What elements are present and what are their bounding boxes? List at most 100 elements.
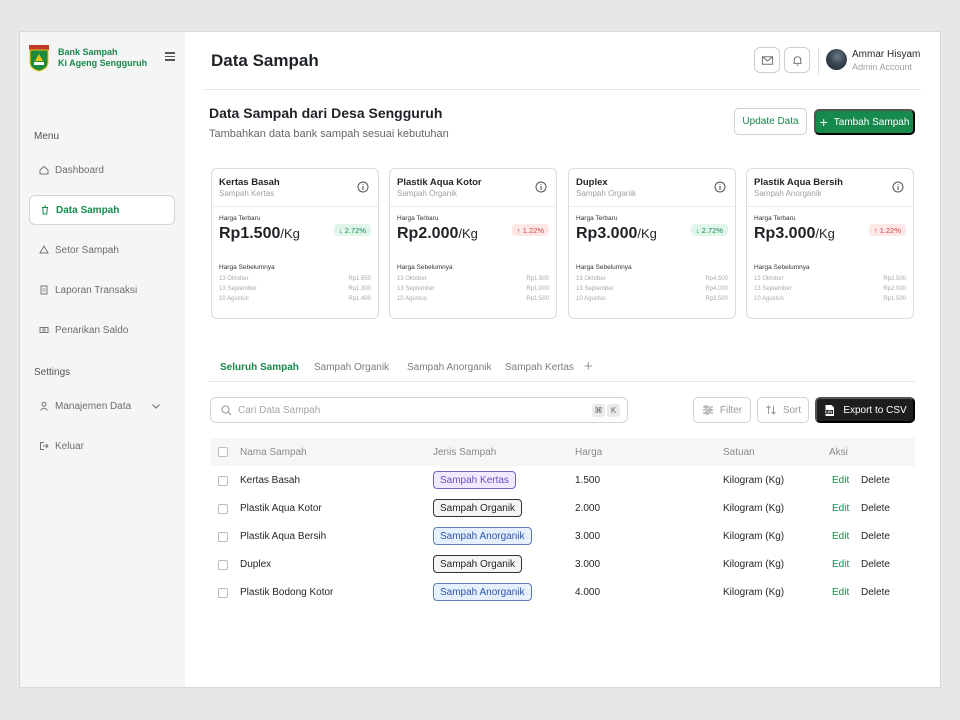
cell-harga: 3.000 xyxy=(575,559,601,570)
home-icon xyxy=(39,165,49,175)
edit-button[interactable]: Edit xyxy=(832,559,849,570)
type-chip: Sampah Kertas xyxy=(433,471,516,489)
table-row: Duplex Sampah Organik 3.000 Kilogram (Kg… xyxy=(210,551,915,579)
search-icon xyxy=(221,405,232,416)
select-all-checkbox[interactable] xyxy=(218,447,228,457)
sidebar-item-data-sampah[interactable]: Data Sampah xyxy=(29,195,175,225)
cell-harga: 3.000 xyxy=(575,531,601,542)
info-icon[interactable] xyxy=(892,181,904,193)
cell-satuan: Kilogram (Kg) xyxy=(723,559,785,570)
filter-label: Filter xyxy=(719,404,743,416)
sidebar-item-manajemen-data[interactable]: Manajemen Data xyxy=(29,391,175,421)
history-row: 13 September Rp1.000 xyxy=(397,286,549,292)
price-card: Duplex Sampah Organik Harga Terbaru Rp3.… xyxy=(568,168,736,319)
add-sampah-button[interactable]: + Tambah Sampah xyxy=(814,109,915,135)
update-data-button[interactable]: Update Data xyxy=(734,108,807,135)
delete-button[interactable]: Delete xyxy=(861,531,890,542)
edit-button[interactable]: Edit xyxy=(832,475,849,486)
search-box[interactable]: ⌘ K xyxy=(210,397,628,423)
price-card: Plastik Aqua Kotor Sampah Organik Harga … xyxy=(389,168,557,319)
sidebar-item-penarikan-saldo[interactable]: Penarikan Saldo xyxy=(29,315,175,345)
cell-satuan: Kilogram (Kg) xyxy=(723,587,785,598)
card-price: Rp3.000/Kg xyxy=(576,225,657,242)
sidebar-item-setor-sampah[interactable]: Setor Sampah xyxy=(29,235,175,265)
sidebar-item-label: Setor Sampah xyxy=(55,244,119,256)
history-row: 13 Oktober Rp2.500 xyxy=(754,276,906,282)
delete-button[interactable]: Delete xyxy=(861,503,890,514)
price-card: Plastik Aqua Bersih Sampah Anorganik Har… xyxy=(746,168,914,319)
cell-nama: Plastik Aqua Bersih xyxy=(240,531,327,542)
history-row: 10 Agustus Rp1.400 xyxy=(219,296,371,302)
sort-icon xyxy=(765,405,776,415)
filter-button[interactable]: Filter xyxy=(693,397,751,423)
row-checkbox[interactable] xyxy=(218,532,228,542)
page-title: Data Sampah xyxy=(211,51,319,70)
search-input[interactable] xyxy=(238,402,578,419)
delete-button[interactable]: Delete xyxy=(861,559,890,570)
row-checkbox[interactable] xyxy=(218,476,228,486)
history-row: 13 Oktober Rp4.500 xyxy=(576,276,728,282)
column-header-aksi: Aksi xyxy=(829,447,848,458)
cell-harga: 1.500 xyxy=(575,475,601,486)
info-icon[interactable] xyxy=(535,181,547,193)
notification-button[interactable] xyxy=(784,47,810,73)
table-row: Kertas Basah Sampah Kertas 1.500 Kilogra… xyxy=(210,467,915,495)
csv-file-icon xyxy=(824,404,835,416)
app-window: Bank Sampah Ki Ageng Sengguruh Menu Dash… xyxy=(19,31,941,688)
row-checkbox[interactable] xyxy=(218,560,228,570)
settings-section-label: Settings xyxy=(34,367,71,378)
cell-harga: 2.000 xyxy=(575,503,601,514)
info-icon[interactable] xyxy=(714,181,726,193)
history-row: 13 Oktober Rp1.650 xyxy=(219,276,371,282)
sidebar-item-label: Laporan Transaksi xyxy=(55,284,138,296)
change-badge: ↑ 1.22% xyxy=(511,224,549,236)
cell-nama: Duplex xyxy=(240,559,272,570)
sidebar-item-dashboard[interactable]: Dashboard xyxy=(29,155,175,185)
history-row: 13 September Rp4.000 xyxy=(576,286,728,292)
brand-name-line2: Ki Ageng Sengguruh xyxy=(58,58,148,68)
tab-sampah-organik[interactable]: Sampah Organik xyxy=(314,362,389,373)
info-icon[interactable] xyxy=(357,181,369,193)
tab-sampah-kertas[interactable]: Sampah Kertas xyxy=(505,362,574,373)
section-subtitle: Tambahkan data bank sampah sesuai kebutu… xyxy=(209,128,449,140)
menu-toggle-icon[interactable] xyxy=(165,52,175,61)
card-category: Sampah Organik xyxy=(576,189,637,198)
cell-satuan: Kilogram (Kg) xyxy=(723,531,785,542)
tab-sampah-anorganik[interactable]: Sampah Anorganik xyxy=(407,362,492,373)
tab-seluruh-sampah[interactable]: Seluruh Sampah xyxy=(220,362,299,373)
brand[interactable]: Bank Sampah Ki Ageng Sengguruh xyxy=(28,44,178,74)
add-tab-button[interactable]: + xyxy=(584,358,593,375)
table-header: Nama Sampah Jenis Sampah Harga Satuan Ak… xyxy=(210,438,915,466)
type-chip: Sampah Organik xyxy=(433,555,523,573)
sidebar-item-keluar[interactable]: Keluar xyxy=(29,431,175,461)
column-header-jenis: Jenis Sampah xyxy=(433,447,497,458)
table-row: Plastik Bodong Kotor Sampah Anorganik 4.… xyxy=(210,579,915,607)
sidebar-item-laporan-transaksi[interactable]: Laporan Transaksi xyxy=(29,275,175,305)
export-csv-button[interactable]: Export to CSV xyxy=(815,397,915,423)
cell-harga: 4.000 xyxy=(575,587,601,598)
cell-nama: Kertas Basah xyxy=(240,475,301,486)
history-row: 10 Agustus Rp3.500 xyxy=(576,296,728,302)
mail-button[interactable] xyxy=(754,47,780,73)
edit-button[interactable]: Edit xyxy=(832,503,849,514)
logout-icon xyxy=(40,442,49,450)
edit-button[interactable]: Edit xyxy=(832,587,849,598)
filter-icon xyxy=(702,405,713,415)
previous-price-label: Harga Sebelumnya xyxy=(576,264,632,271)
card-name: Duplex xyxy=(576,177,608,188)
add-sampah-label: Tambah Sampah xyxy=(833,116,910,128)
type-chip: Sampah Anorganik xyxy=(433,527,532,545)
bell-icon xyxy=(792,55,802,66)
row-checkbox[interactable] xyxy=(218,588,228,598)
edit-button[interactable]: Edit xyxy=(832,531,849,542)
shortcut-key: K xyxy=(607,404,620,417)
history-row: 13 September Rp2.000 xyxy=(754,286,906,292)
sort-label: Sort xyxy=(782,404,802,416)
delete-button[interactable]: Delete xyxy=(861,587,890,598)
header-divider-line xyxy=(205,89,921,90)
sort-button[interactable]: Sort xyxy=(757,397,809,423)
avatar[interactable] xyxy=(826,49,847,70)
delete-button[interactable]: Delete xyxy=(861,475,890,486)
type-chip: Sampah Anorganik xyxy=(433,583,532,601)
row-checkbox[interactable] xyxy=(218,504,228,514)
